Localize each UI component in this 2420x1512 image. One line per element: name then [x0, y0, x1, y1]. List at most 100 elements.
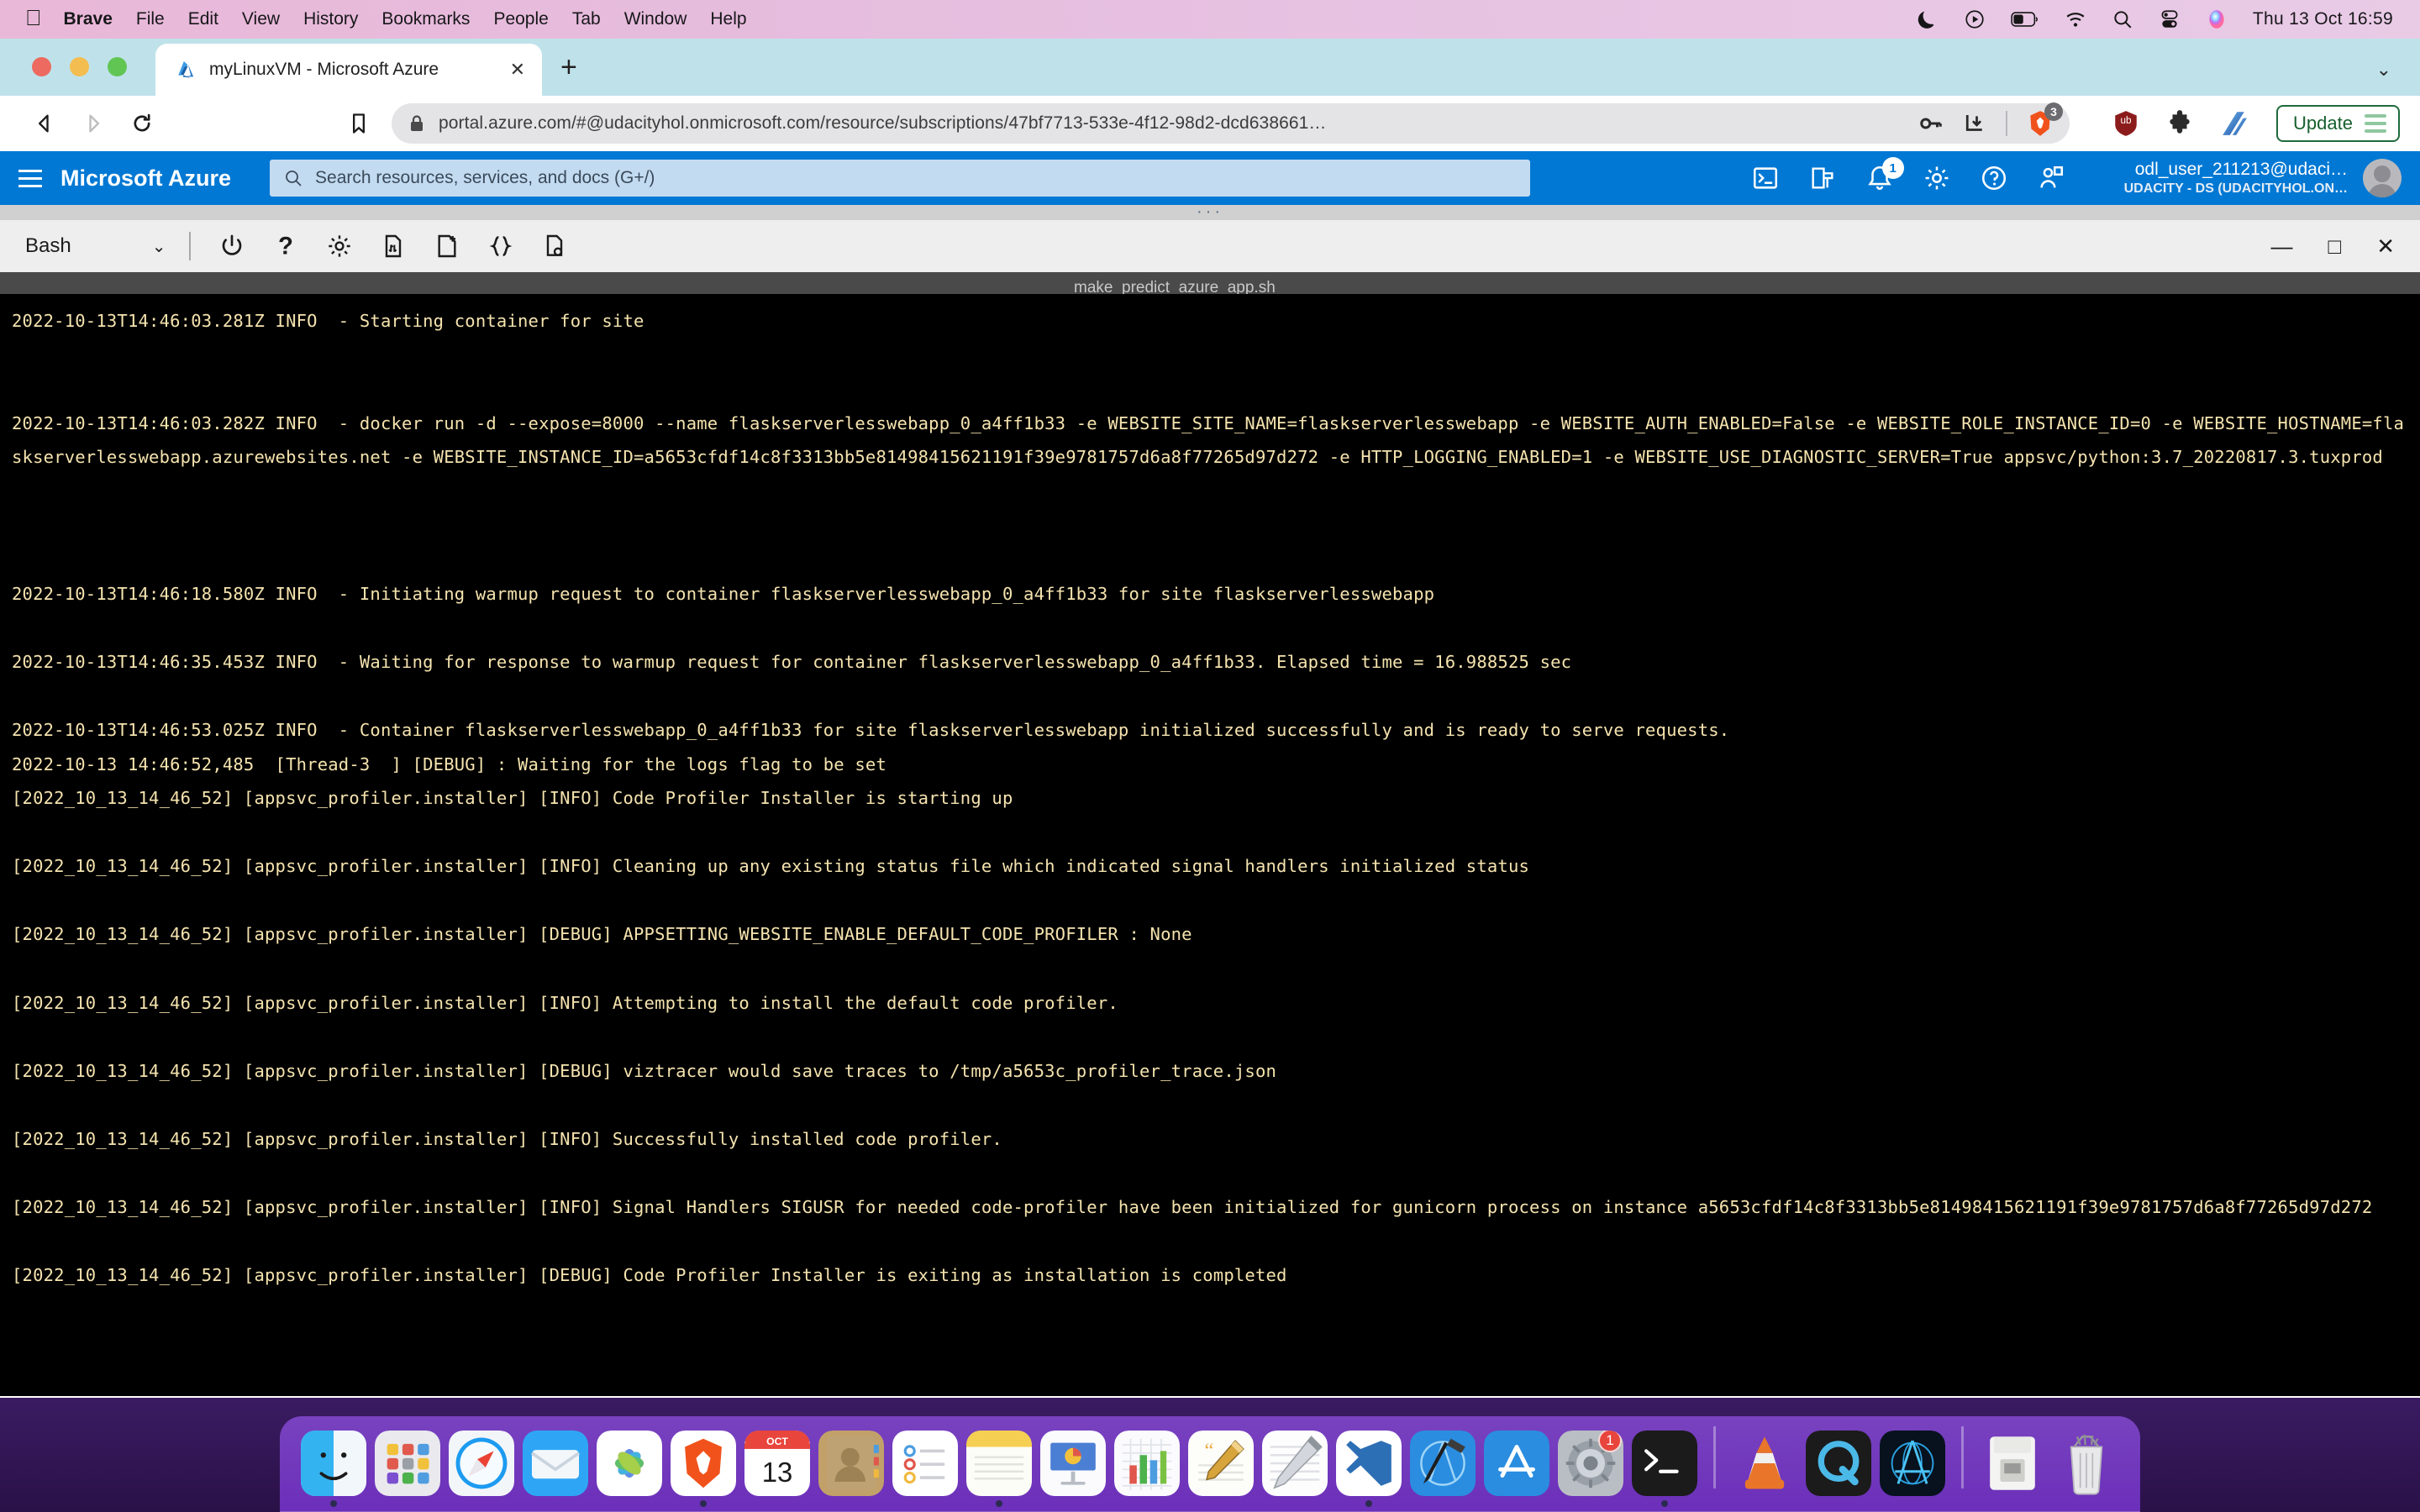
menu-item-history[interactable]: History [303, 9, 358, 29]
dock-item[interactable]: OCT 13 [740, 1431, 814, 1507]
dock-item[interactable] [592, 1431, 666, 1507]
play-circle-icon[interactable] [1964, 8, 1986, 30]
contacts-icon[interactable] [818, 1431, 884, 1496]
trash-icon[interactable] [2054, 1431, 2119, 1496]
dock-item[interactable] [445, 1431, 518, 1507]
minimize-window-button[interactable] [70, 57, 89, 76]
dock-item[interactable] [1728, 1431, 1802, 1507]
help-question-icon[interactable]: ? [268, 228, 303, 264]
dock-item[interactable] [1110, 1431, 1184, 1507]
menu-item-file[interactable]: File [136, 9, 165, 29]
photos-icon[interactable] [597, 1431, 662, 1496]
system-preferences-icon[interactable]: 1 [1558, 1431, 1623, 1496]
moon-icon[interactable] [1917, 8, 1939, 30]
dock-item[interactable] [371, 1431, 445, 1507]
menu-item-tab[interactable]: Tab [572, 9, 601, 29]
grammarly-icon[interactable] [2219, 109, 2248, 138]
hamburger-menu-icon[interactable] [2365, 114, 2386, 133]
browser-tab[interactable]: myLinuxVM - Microsoft Azure ✕ [155, 44, 542, 96]
numbers-icon[interactable] [1114, 1431, 1180, 1496]
dock-item[interactable] [814, 1431, 888, 1507]
safari-icon[interactable] [449, 1431, 514, 1496]
battery-icon[interactable] [2011, 8, 2039, 30]
siri-icon[interactable] [2206, 8, 2228, 30]
dock-item[interactable] [1332, 1431, 1406, 1507]
downloads-stack-icon[interactable] [1980, 1431, 2045, 1496]
dock-item[interactable] [1258, 1431, 1332, 1507]
menu-item-brave[interactable]: Brave [64, 9, 113, 29]
puzzle-extensions-icon[interactable] [2165, 109, 2194, 138]
quicktime-icon[interactable] [1806, 1431, 1871, 1496]
new-session-icon[interactable] [429, 228, 465, 264]
dock-item[interactable] [2049, 1431, 2123, 1507]
pages-icon[interactable]: “ [1188, 1431, 1254, 1496]
terminal-output[interactable]: 2022-10-13T14:46:03.281Z INFO - Starting… [0, 294, 2420, 1396]
avatar[interactable] [2363, 159, 2402, 197]
vlc-icon[interactable] [1732, 1431, 1797, 1496]
menu-item-view[interactable]: View [242, 9, 280, 29]
finder-icon[interactable] [301, 1431, 366, 1496]
dock-item[interactable] [1876, 1431, 1949, 1507]
settings-gear-icon[interactable] [1923, 164, 1951, 192]
new-tab-button[interactable]: + [560, 51, 577, 84]
brave-lion-icon[interactable]: 3 [2026, 102, 2064, 138]
feedback-icon[interactable] [2037, 164, 2065, 192]
reminders-icon[interactable] [892, 1431, 958, 1496]
apple-logo-icon[interactable]:  [25, 7, 42, 29]
textedit-icon[interactable] [1262, 1431, 1328, 1496]
dock-item[interactable]: 1 [1554, 1431, 1628, 1507]
directories-subscriptions-icon[interactable] [1808, 164, 1837, 192]
dock-item[interactable] [962, 1431, 1036, 1507]
dock-item[interactable] [1036, 1431, 1110, 1507]
settings-gear-icon[interactable] [322, 228, 357, 264]
reload-icon[interactable] [118, 99, 166, 148]
ublock-origin-icon[interactable]: ub [2112, 109, 2140, 138]
xquartz-icon[interactable] [1880, 1431, 1945, 1496]
dock-item[interactable] [888, 1431, 962, 1507]
help-question-icon[interactable] [1980, 164, 2008, 192]
bookmark-icon[interactable] [334, 99, 383, 148]
maximize-button[interactable]: □ [2328, 235, 2341, 257]
update-button[interactable]: Update [2276, 105, 2400, 142]
azure-menu-toggle[interactable] [0, 169, 60, 187]
mail-icon[interactable] [523, 1431, 588, 1496]
dock-item[interactable] [297, 1431, 371, 1507]
dock-item[interactable] [666, 1431, 740, 1507]
vscode-icon[interactable] [1336, 1431, 1402, 1496]
close-window-button[interactable] [32, 57, 51, 76]
notifications-bell-icon[interactable]: 1 [1865, 157, 1904, 192]
close-button[interactable]: ✕ [2376, 235, 2395, 257]
menu-item-help[interactable]: Help [710, 9, 746, 29]
wifi-icon[interactable] [2065, 8, 2086, 30]
chevron-down-icon[interactable]: ⌄ [2376, 59, 2391, 81]
dock-item[interactable] [1480, 1431, 1554, 1507]
restart-power-icon[interactable] [214, 228, 250, 264]
dock-item[interactable]: “ [1184, 1431, 1258, 1507]
maximize-window-button[interactable] [108, 57, 127, 76]
keynote-icon[interactable] [1040, 1431, 1106, 1496]
dock-item[interactable] [518, 1431, 592, 1507]
calendar-icon[interactable]: OCT 13 [744, 1431, 810, 1496]
upload-download-files-icon[interactable] [376, 228, 411, 264]
back-arrow-icon[interactable] [20, 99, 69, 148]
shell-type-select[interactable]: Bash ⌄ [13, 234, 166, 258]
terminal-icon[interactable] [1632, 1431, 1697, 1496]
minimize-button[interactable]: — [2270, 235, 2292, 257]
password-key-icon[interactable] [1918, 111, 1944, 136]
menu-bar-clock[interactable]: Thu 13 Oct 16:59 [2253, 9, 2393, 29]
dock-item[interactable] [1628, 1431, 1702, 1507]
menu-item-people[interactable]: People [493, 9, 548, 29]
app-store-icon[interactable] [1484, 1431, 1549, 1496]
editor-open-file-icon[interactable] [537, 228, 572, 264]
dock-item[interactable] [1802, 1431, 1876, 1507]
cloud-shell-resize-handle[interactable]: ··· [0, 203, 2420, 220]
address-bar[interactable]: portal.azure.com/#@udacityhol.onmicrosof… [392, 102, 2070, 144]
dock-item[interactable] [1975, 1431, 2049, 1507]
menu-item-edit[interactable]: Edit [188, 9, 218, 29]
menu-item-bookmarks[interactable]: Bookmarks [381, 9, 470, 29]
notes-icon[interactable] [966, 1431, 1032, 1496]
download-icon[interactable] [1962, 111, 1987, 136]
account-menu[interactable]: odl_user_211213@udaci… UDACITY - DS (UDA… [2124, 159, 2402, 197]
azure-brand-label[interactable]: Microsoft Azure [60, 165, 231, 192]
launchpad-icon[interactable] [375, 1431, 440, 1496]
